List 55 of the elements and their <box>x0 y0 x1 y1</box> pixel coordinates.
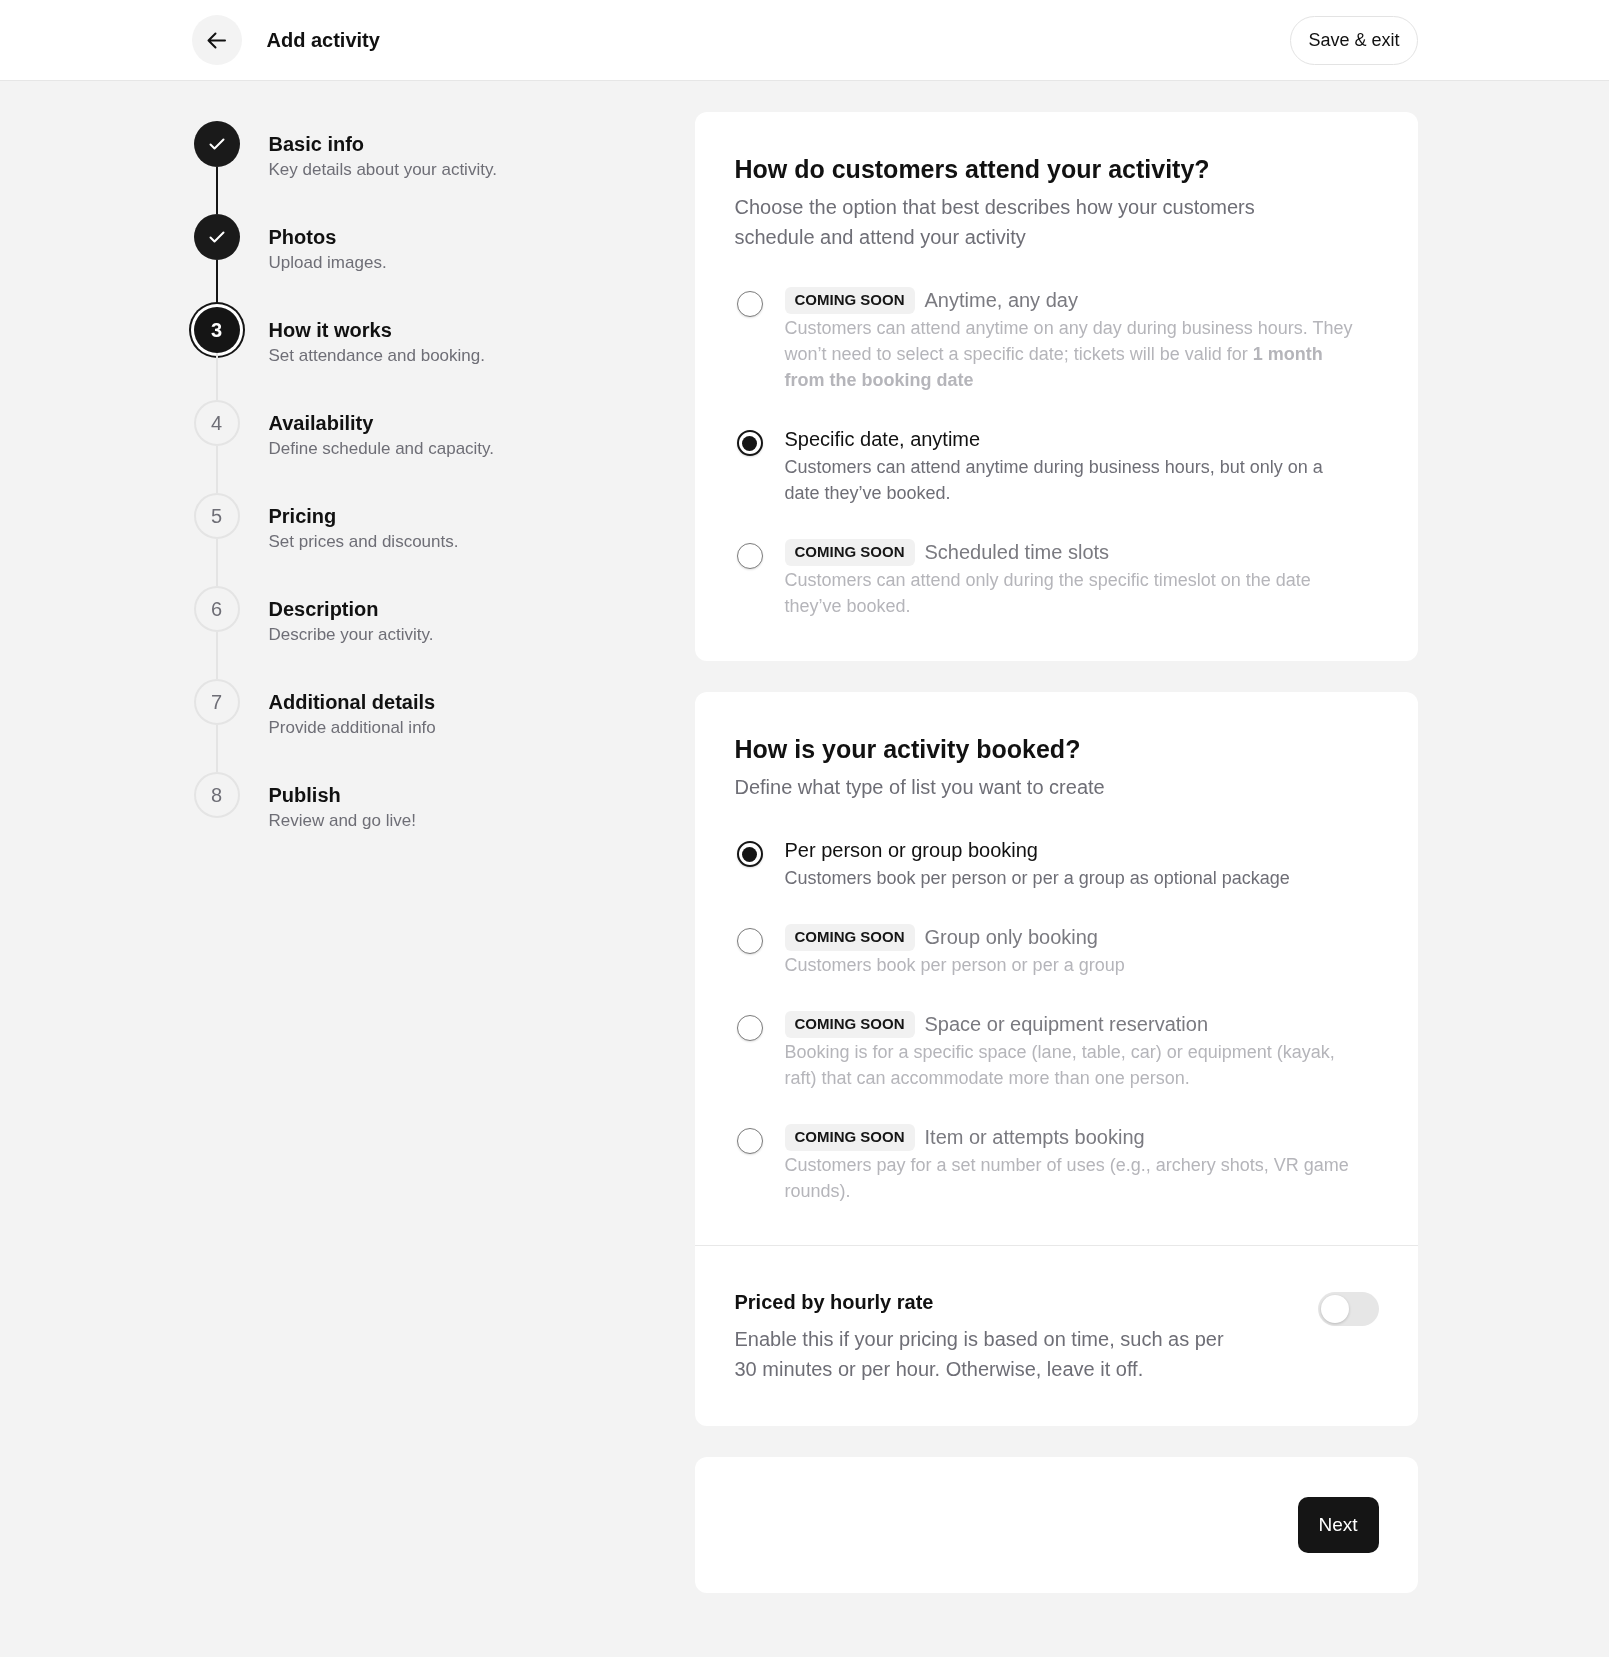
step-description: Review and go live! <box>268 810 416 832</box>
setting-title: Priced by hourly rate <box>734 1290 935 1315</box>
status-badge: COMING SOON <box>784 1123 915 1151</box>
radio-button[interactable] <box>736 430 763 456</box>
back-button[interactable] <box>191 15 242 65</box>
step-title[interactable]: How it works <box>268 318 485 342</box>
step-title[interactable]: Photos <box>268 225 387 249</box>
step-description: Set attendance and booking. <box>268 345 485 367</box>
step-title[interactable]: Basic info <box>268 132 497 156</box>
arrow-left-icon <box>207 31 226 49</box>
step-title[interactable]: Publish <box>268 783 416 807</box>
status-badge: COMING SOON <box>784 538 915 566</box>
step-number: 8 <box>193 772 240 818</box>
step-title[interactable]: Pricing <box>268 504 459 528</box>
option-description: Customers book per person or per a group <box>784 954 1126 977</box>
step-title[interactable]: Availability <box>268 411 495 435</box>
step-description: Define schedule and capacity. <box>268 438 495 460</box>
save-exit-button[interactable]: Save & exit <box>1290 15 1418 65</box>
next-button[interactable]: Next <box>1297 1497 1379 1553</box>
step-description: Provide additional info <box>268 717 436 739</box>
step-description: Describe your activity. <box>268 624 434 646</box>
option-label: Item or attempts booking <box>924 1125 1145 1150</box>
status-badge: COMING SOON <box>784 923 915 951</box>
option-description: Booking is for a specific space (lane, table, car) or equipment (kayak, raft) that can accommodate more than one person. <box>784 1041 1336 1090</box>
option-description: Customers can attend anytime on any day during business hours. They won’t need to select a specific date; tickets will be valid for 1 month from the booking date <box>784 317 1354 392</box>
step-description: Upload images. <box>268 252 387 274</box>
section-heading: How do customers attend your activity? <box>734 154 1211 185</box>
step-number: 6 <box>193 586 240 632</box>
option-description: Customers can attend only during the specific timeslot on the date they’ve booked. <box>784 569 1312 618</box>
step-title[interactable]: Additional details <box>268 690 436 714</box>
option-label: Anytime, any day <box>924 288 1078 313</box>
step-number: 4 <box>193 400 240 446</box>
section-heading: How is your activity booked? <box>734 734 1082 765</box>
option-label: Space or equipment reservation <box>924 1012 1208 1037</box>
step-description: Key details about your activity. <box>268 159 497 181</box>
status-badge: COMING SOON <box>784 286 915 314</box>
page-title: Add activity <box>266 28 380 53</box>
option-description: Customers can attend anytime during business hours, but only on a date they’ve booked. <box>784 456 1324 505</box>
step-description: Set prices and discounts. <box>268 531 459 553</box>
setting-description: Enable this if your pricing is based on time, such as per 30 minutes or per hour. Otherwise, leave it off. <box>734 1327 1225 1382</box>
status-badge: COMING SOON <box>784 1010 915 1038</box>
step-title[interactable]: Description <box>268 597 434 621</box>
step-number: 5 <box>193 493 240 539</box>
option-label: Scheduled time slots <box>924 540 1110 565</box>
radio-button[interactable] <box>736 841 763 867</box>
option-description: Customers book per person or per a group as optional package <box>784 867 1291 890</box>
section-subtitle: Define what type of list you want to create <box>734 775 1106 800</box>
option-label: Per person or group booking <box>784 838 1038 863</box>
step-number: 7 <box>193 679 240 725</box>
section-subtitle: Choose the option that best describes how your customers schedule and attend your activity <box>734 195 1256 250</box>
step-connector <box>215 167 218 214</box>
toggle-switch[interactable] <box>1317 1292 1379 1326</box>
option-label: Specific date, anytime <box>784 427 981 452</box>
option-label: Group only booking <box>924 925 1098 950</box>
option-description: Customers pay for a set number of uses (e.g., archery shots, VR game rounds). <box>784 1154 1350 1203</box>
